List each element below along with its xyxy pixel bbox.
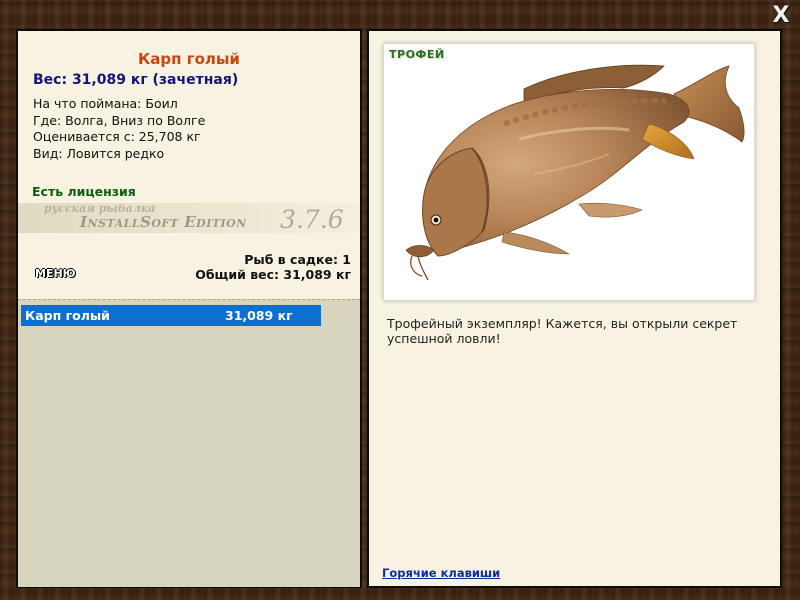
list-item[interactable]: Карп голый 31,089 кг	[21, 305, 321, 326]
fish-photo-card: ТРОФЕЙ	[383, 43, 755, 301]
close-button[interactable]: X	[772, 4, 790, 28]
keepnet-count: Рыб в садке: 1	[244, 252, 351, 267]
banner-version: 3.7.6	[280, 205, 344, 234]
species-line: Вид: Ловится редко	[33, 146, 165, 161]
fish-detail-panel: ТРОФЕЙ Трофейный экземпляр! Кажется, вы …	[367, 29, 782, 588]
location-line: Где: Волга, Вниз по Волге	[33, 113, 206, 128]
trophy-badge: ТРОФЕЙ	[389, 48, 445, 61]
hotkeys-link[interactable]: Горячие клавиши	[382, 566, 500, 580]
banner-title: InstallSoft Edition	[80, 213, 247, 231]
fish-weight-line: Вес: 31,089 кг (зачетная)	[33, 72, 239, 88]
list-item-weight: 31,089 кг	[225, 308, 293, 323]
catch-description: Трофейный экземпляр! Кажется, вы открыли…	[387, 316, 738, 346]
keepnet-list: Карп голый 31,089 кг	[18, 299, 360, 587]
valued-from-line: Оценивается с: 25,708 кг	[33, 129, 201, 144]
menu-button[interactable]: МЕНЮ	[35, 267, 76, 280]
edition-banner: русская рыбалка InstallSoft Edition 3.7.…	[18, 202, 360, 234]
list-item-name: Карп голый	[25, 308, 110, 323]
keepnet-total-weight: Общий вес: 31,089 кг	[195, 267, 351, 282]
bait-line: На что поймана: Боил	[33, 96, 178, 111]
fish-name-title: Карп голый	[138, 50, 240, 68]
carp-fish-image	[405, 64, 745, 281]
catch-info-panel: Карп голый Вес: 31,089 кг (зачетная) На …	[16, 29, 362, 588]
license-status: Есть лицензия	[32, 184, 136, 199]
